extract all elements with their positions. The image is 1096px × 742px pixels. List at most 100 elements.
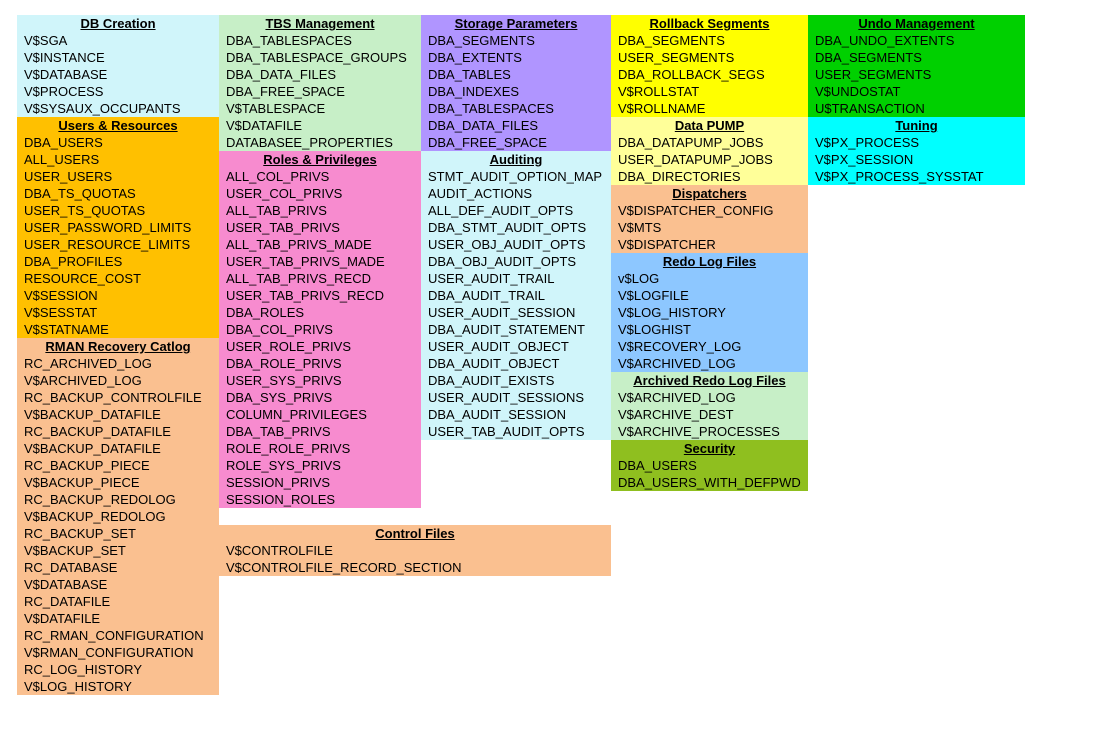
view-name: USER_AUDIT_OBJECT (421, 338, 611, 355)
view-name: DBA_SEGMENTS (808, 49, 1025, 66)
view-name: USER_USERS (17, 168, 219, 185)
view-name: DBA_STMT_AUDIT_OPTS (421, 219, 611, 236)
view-name: V$RMAN_CONFIGURATION (17, 644, 219, 661)
view-name: V$ARCHIVED_LOG (17, 372, 219, 389)
section-db-creation: DB CreationV$SGAV$INSTANCEV$DATABASEV$PR… (17, 15, 219, 117)
view-name: V$PX_SESSION (808, 151, 1025, 168)
view-name: USER_SEGMENTS (611, 49, 808, 66)
view-name: V$ROLLSTAT (611, 83, 808, 100)
section-header-security: Security (611, 440, 808, 457)
view-name: V$DATABASE (17, 576, 219, 593)
section-header-dispatchers: Dispatchers (611, 185, 808, 202)
view-name: v$LOG (611, 270, 808, 287)
view-name: V$TABLESPACE (219, 100, 421, 117)
view-name: RC_LOG_HISTORY (17, 661, 219, 678)
view-name: DBA_DIRECTORIES (611, 168, 808, 185)
view-name: DATABASEE_PROPERTIES (219, 134, 421, 151)
view-name: V$CONTROLFILE (219, 542, 611, 559)
view-name: V$BACKUP_DATAFILE (17, 440, 219, 457)
view-name: RC_BACKUP_PIECE (17, 457, 219, 474)
section-redo: Redo Log Filesv$LOGV$LOGFILEV$LOG_HISTOR… (611, 253, 808, 372)
section-roles: Roles & PrivilegesALL_COL_PRIVSUSER_COL_… (219, 151, 421, 508)
view-name: V$STATNAME (17, 321, 219, 338)
view-name: V$DISPATCHER_CONFIG (611, 202, 808, 219)
view-name: ALL_DEF_AUDIT_OPTS (421, 202, 611, 219)
view-name: V$LOG_HISTORY (611, 304, 808, 321)
section-header-datapump: Data PUMP (611, 117, 808, 134)
view-name: DBA_AUDIT_STATEMENT (421, 321, 611, 338)
section-header-control-files: Control Files (219, 525, 611, 542)
view-name: V$RECOVERY_LOG (611, 338, 808, 355)
view-name: DBA_TABLESPACES (219, 32, 421, 49)
view-name: STMT_AUDIT_OPTION_MAP (421, 168, 611, 185)
section-header-users-resources: Users & Resources (17, 117, 219, 134)
section-header-redo: Redo Log Files (611, 253, 808, 270)
view-name: USER_TAB_PRIVS (219, 219, 421, 236)
view-name: USER_ROLE_PRIVS (219, 338, 421, 355)
section-dispatchers: DispatchersV$DISPATCHER_CONFIGV$MTSV$DIS… (611, 185, 808, 253)
view-name: SESSION_ROLES (219, 491, 421, 508)
view-name: DBA_SYS_PRIVS (219, 389, 421, 406)
section-header-tbs: TBS Management (219, 15, 421, 32)
section-header-auditing: Auditing (421, 151, 611, 168)
view-name: V$INSTANCE (17, 49, 219, 66)
view-name: RC_BACKUP_CONTROLFILE (17, 389, 219, 406)
view-name: V$DISPATCHER (611, 236, 808, 253)
view-name: DBA_TS_QUOTAS (17, 185, 219, 202)
view-name: USER_AUDIT_SESSION (421, 304, 611, 321)
view-name: AUDIT_ACTIONS (421, 185, 611, 202)
view-name: DBA_ROLE_PRIVS (219, 355, 421, 372)
view-name: ALL_USERS (17, 151, 219, 168)
section-header-rman: RMAN Recovery Catlog (17, 338, 219, 355)
view-name: USER_TAB_AUDIT_OPTS (421, 423, 611, 440)
view-name: DBA_USERS (611, 457, 808, 474)
view-name: DBA_UNDO_EXTENTS (808, 32, 1025, 49)
view-name: V$ARCHIVED_LOG (611, 355, 808, 372)
view-name: DBA_AUDIT_EXISTS (421, 372, 611, 389)
view-name: V$BACKUP_DATAFILE (17, 406, 219, 423)
view-name: V$SGA (17, 32, 219, 49)
view-name: USER_AUDIT_TRAIL (421, 270, 611, 287)
view-name: V$SYSAUX_OCCUPANTS (17, 100, 219, 117)
view-name: DBA_TAB_PRIVS (219, 423, 421, 440)
section-auditing: AuditingSTMT_AUDIT_OPTION_MAPAUDIT_ACTIO… (421, 151, 611, 440)
view-name: RC_DATABASE (17, 559, 219, 576)
view-name: V$BACKUP_PIECE (17, 474, 219, 491)
view-name: DBA_INDEXES (421, 83, 611, 100)
view-name: V$DATAFILE (17, 610, 219, 627)
view-name: V$BACKUP_REDOLOG (17, 508, 219, 525)
view-name: V$SESSION (17, 287, 219, 304)
view-name: RC_RMAN_CONFIGURATION (17, 627, 219, 644)
view-name: DBA_FREE_SPACE (421, 134, 611, 151)
section-security: SecurityDBA_USERSDBA_USERS_WITH_DEFPWD (611, 440, 808, 491)
section-header-undo: Undo Management (808, 15, 1025, 32)
view-name: USER_PASSWORD_LIMITS (17, 219, 219, 236)
view-name: DBA_ROLLBACK_SEGS (611, 66, 808, 83)
section-tuning: TuningV$PX_PROCESSV$PX_SESSIONV$PX_PROCE… (808, 117, 1025, 185)
view-name: RC_BACKUP_DATAFILE (17, 423, 219, 440)
view-name: V$SESSTAT (17, 304, 219, 321)
view-name: RC_DATAFILE (17, 593, 219, 610)
view-name: DBA_AUDIT_OBJECT (421, 355, 611, 372)
view-name: USER_OBJ_AUDIT_OPTS (421, 236, 611, 253)
section-arch-redo: Archived Redo Log FilesV$ARCHIVED_LOGV$A… (611, 372, 808, 440)
view-name: DBA_FREE_SPACE (219, 83, 421, 100)
view-name: V$MTS (611, 219, 808, 236)
section-header-storage: Storage Parameters (421, 15, 611, 32)
section-tbs: TBS ManagementDBA_TABLESPACESDBA_TABLESP… (219, 15, 421, 151)
view-name: V$LOGFILE (611, 287, 808, 304)
view-name: USER_SEGMENTS (808, 66, 1025, 83)
view-name: USER_TS_QUOTAS (17, 202, 219, 219)
view-name: DBA_DATA_FILES (421, 117, 611, 134)
view-name: V$DATABASE (17, 66, 219, 83)
view-name: RC_BACKUP_REDOLOG (17, 491, 219, 508)
view-name: V$LOGHIST (611, 321, 808, 338)
section-datapump: Data PUMPDBA_DATAPUMP_JOBSUSER_DATAPUMP_… (611, 117, 808, 185)
view-name: DBA_DATA_FILES (219, 66, 421, 83)
view-name: ROLE_ROLE_PRIVS (219, 440, 421, 457)
view-name: SESSION_PRIVS (219, 474, 421, 491)
view-name: DBA_AUDIT_SESSION (421, 406, 611, 423)
view-name: V$PX_PROCESS (808, 134, 1025, 151)
section-undo: Undo ManagementDBA_UNDO_EXTENTSDBA_SEGME… (808, 15, 1025, 117)
view-name: V$BACKUP_SET (17, 542, 219, 559)
